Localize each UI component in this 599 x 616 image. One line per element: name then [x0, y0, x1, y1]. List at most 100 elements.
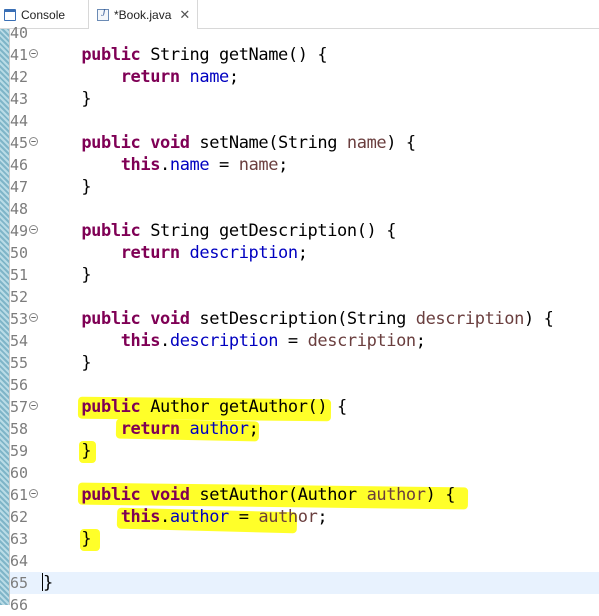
code-token: . [160, 507, 170, 527]
fold-collapse-icon[interactable] [29, 49, 38, 58]
line-number: 49 [10, 222, 29, 240]
code-line[interactable]: 57 public Author getAuthor() { [0, 396, 599, 418]
line-number: 62 [10, 508, 29, 526]
parameter-token: description [415, 309, 525, 329]
keyword-token: public [81, 485, 141, 505]
code-text: return description; [42, 243, 308, 263]
code-token: String getDescription() { [140, 221, 397, 241]
code-text: } [42, 265, 91, 285]
field-token: author [169, 507, 229, 527]
line-number: 66 [10, 596, 29, 614]
line-number: 44 [10, 112, 29, 130]
code-token: . [160, 155, 170, 175]
parameter-token: author [366, 485, 426, 505]
field-token: description [169, 331, 279, 351]
code-line[interactable]: 49 public String getDescription() { [0, 220, 599, 242]
code-line[interactable]: 40 [0, 22, 599, 44]
code-line[interactable]: 44 [0, 110, 599, 132]
line-number: 53 [10, 310, 29, 328]
code-text: return author; [42, 419, 259, 439]
line-number: 64 [10, 552, 29, 570]
tab-console-label: Console [21, 8, 66, 22]
keyword-token: void [150, 485, 190, 505]
code-line[interactable]: 46 this.name = name; [0, 154, 599, 176]
line-number: 51 [10, 266, 29, 284]
code-line[interactable]: 42 return name; [0, 66, 599, 88]
field-token: description [189, 243, 299, 263]
line-number: 55 [10, 354, 29, 372]
line-number: 52 [10, 288, 29, 306]
fold-collapse-icon[interactable] [29, 225, 38, 234]
field-token: author [189, 419, 249, 439]
code-line[interactable]: 62 this.author = author; [0, 506, 599, 528]
keyword-token: return [120, 419, 180, 439]
parameter-token: description [307, 331, 417, 351]
code-line[interactable]: 53 public void setDescription(String des… [0, 308, 599, 330]
fold-collapse-icon[interactable] [29, 137, 38, 146]
keyword-token: this [120, 507, 161, 527]
keyword-token: public [81, 45, 141, 65]
code-line[interactable]: 45 public void setName(String name) { [0, 132, 599, 154]
code-line[interactable]: 63 } [0, 528, 599, 550]
code-text: this.name = name; [42, 155, 289, 175]
code-line[interactable]: 65} [0, 572, 599, 594]
code-line[interactable]: 54 this.description = description; [0, 330, 599, 352]
code-text: } [42, 353, 91, 373]
code-line[interactable]: 64 [0, 550, 599, 572]
keyword-token: return [120, 243, 180, 263]
code-line[interactable]: 43 } [0, 88, 599, 110]
code-token: ; [415, 331, 426, 351]
code-line[interactable]: 41 public String getName() { [0, 44, 599, 66]
code-token: } [43, 573, 53, 593]
code-line[interactable]: 61 public void setAuthor(Author author) … [0, 484, 599, 506]
code-token: = [228, 507, 259, 527]
code-line[interactable]: 51 } [0, 264, 599, 286]
line-number: 45 [10, 134, 29, 152]
code-line[interactable]: 48 [0, 198, 599, 220]
code-text: public void setName(String name) { [42, 133, 416, 153]
code-token: Author getAuthor() { [140, 397, 347, 417]
code-line[interactable]: 52 [0, 286, 599, 308]
keyword-token: public [81, 133, 141, 153]
line-number: 65 [10, 574, 29, 592]
line-number: 60 [10, 464, 29, 482]
code-text: public Author getAuthor() { [42, 397, 347, 417]
close-icon[interactable]: ✕ [179, 7, 190, 23]
code-line[interactable]: 55 } [0, 352, 599, 374]
code-line[interactable]: 60 [0, 462, 599, 484]
code-token: ; [317, 507, 328, 527]
code-token: } [42, 177, 92, 197]
code-token: . [160, 331, 170, 351]
fold-collapse-icon[interactable] [29, 489, 38, 498]
fold-collapse-icon[interactable] [29, 401, 38, 410]
code-token: setDescription(String [189, 309, 416, 329]
code-line[interactable]: 47 } [0, 176, 599, 198]
fold-collapse-icon[interactable] [29, 313, 38, 322]
code-line[interactable]: 59 } [0, 440, 599, 462]
code-text: } [42, 441, 91, 461]
code-line[interactable]: 50 return description; [0, 242, 599, 264]
code-token: } [42, 89, 92, 109]
code-line[interactable]: 66 [0, 594, 599, 616]
code-text: } [42, 529, 91, 549]
code-token: ; [248, 419, 259, 439]
console-icon [4, 9, 16, 21]
line-number: 50 [10, 244, 29, 262]
code-line[interactable]: 58 return author; [0, 418, 599, 440]
code-text: } [42, 573, 53, 593]
field-token: name [189, 67, 230, 87]
code-token: setName(String [189, 133, 347, 153]
code-text: public void setDescription(String descri… [42, 309, 554, 329]
code-line[interactable]: 56 [0, 374, 599, 396]
